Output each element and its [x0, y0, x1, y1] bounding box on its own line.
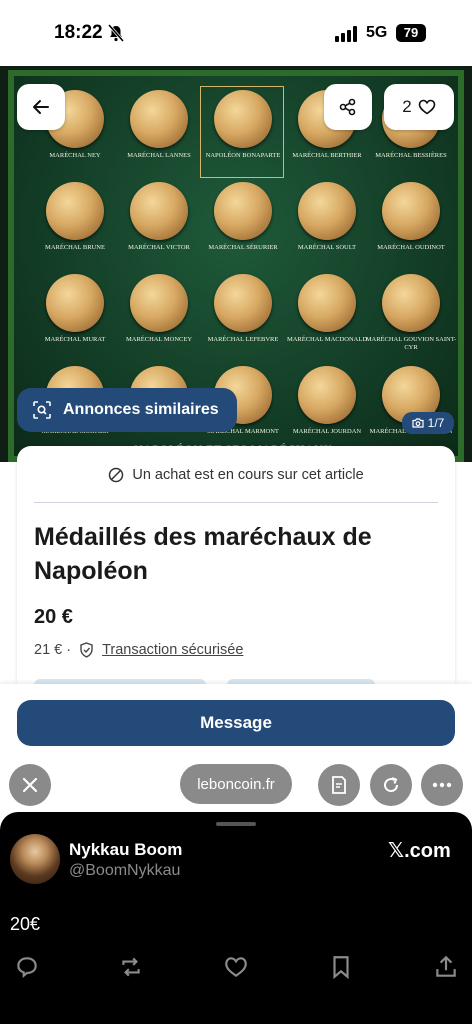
message-button[interactable]: Message [17, 700, 455, 746]
medal-coin [46, 274, 104, 332]
photo-counter-text: 1/7 [427, 416, 445, 430]
reader-button[interactable] [318, 764, 360, 806]
price-details: 21 € · Transaction sécurisée [34, 642, 243, 658]
network-type: 5G [366, 24, 388, 41]
reload-button[interactable] [370, 764, 412, 806]
signal-icon [335, 26, 357, 42]
medal-coin [382, 182, 440, 240]
close-icon [22, 777, 38, 793]
medal-label: MARÉCHAL OUDINOT [377, 244, 445, 251]
listing-card: Un achat est en cours sur cet article Mé… [17, 446, 455, 687]
battery-indicator: 79 [396, 24, 426, 42]
heart-icon [418, 99, 436, 115]
scan-search-icon [33, 401, 51, 419]
listing-title: Médaillés des maréchaux de Napoléon [34, 523, 372, 585]
back-button[interactable] [17, 84, 65, 130]
more-dots-icon [432, 782, 452, 788]
share-icon[interactable] [433, 954, 459, 980]
status-bar: 18:22 5G 79 [0, 0, 472, 66]
tweet-sheet: Nykkau Boom @BoomNykkau 𝕏.com 20€ [0, 812, 472, 1024]
browser-toolbar: leboncoin.fr [0, 764, 472, 814]
medal-coin [130, 274, 188, 332]
medal-label: MARÉCHAL BESSIÈRES [375, 152, 447, 159]
sheet-grabber[interactable] [216, 822, 256, 826]
medal-coin [214, 90, 272, 148]
arrow-left-icon [33, 100, 49, 114]
medal-coin [130, 182, 188, 240]
document-edit-icon [332, 776, 346, 794]
price-with-fees: 21 € · [34, 642, 72, 658]
tweet-author-name[interactable]: Nykkau Boom [69, 840, 182, 860]
camera-icon [412, 418, 424, 428]
similar-listings-button[interactable]: Annonces similaires [17, 388, 237, 432]
status-time: 18:22 [54, 22, 103, 43]
medal-coin [298, 182, 356, 240]
medal-coin [46, 182, 104, 240]
share-button[interactable] [324, 84, 372, 130]
photo-counter[interactable]: 1/7 [402, 412, 454, 434]
medal-coin [214, 274, 272, 332]
blocked-icon [109, 467, 124, 483]
favorites-count: 2 [402, 97, 412, 116]
medal-coin [298, 274, 356, 332]
shield-check-icon [80, 642, 93, 658]
purchase-notice-text: Un achat est en cours sur cet article [132, 467, 364, 483]
purchase-notice: Un achat est en cours sur cet article [17, 460, 455, 490]
reply-icon[interactable] [14, 954, 40, 980]
bookmark-icon[interactable] [328, 954, 354, 980]
listing-price: 20 € [34, 606, 73, 628]
tweet-author-handle[interactable]: @BoomNykkau [69, 862, 180, 880]
secure-transaction-link[interactable]: Transaction sécurisée [102, 642, 243, 658]
divider [34, 502, 438, 503]
medal-label: MARÉCHAL GOUVION SAINT-CYR [365, 336, 457, 351]
x-logo[interactable]: 𝕏.com [388, 838, 451, 863]
retweet-icon[interactable] [118, 954, 144, 980]
bell-muted-icon [108, 24, 124, 42]
url-bar[interactable]: leboncoin.fr [180, 764, 292, 804]
medal-coin [214, 182, 272, 240]
medal-coin [298, 366, 356, 424]
tweet-text: 20€ [10, 914, 41, 934]
more-button[interactable] [421, 764, 463, 806]
close-tab-button[interactable] [9, 764, 51, 806]
share-icon [339, 98, 356, 116]
reload-icon [384, 777, 399, 793]
like-icon[interactable] [223, 954, 249, 980]
favorite-button[interactable]: 2 [384, 84, 454, 130]
medal-coin [130, 90, 188, 148]
tweet-actions [0, 954, 472, 984]
medal-coin [382, 274, 440, 332]
avatar[interactable] [10, 834, 60, 884]
similar-listings-label: Annonces similaires [63, 401, 219, 418]
message-bar: Message [0, 684, 472, 764]
